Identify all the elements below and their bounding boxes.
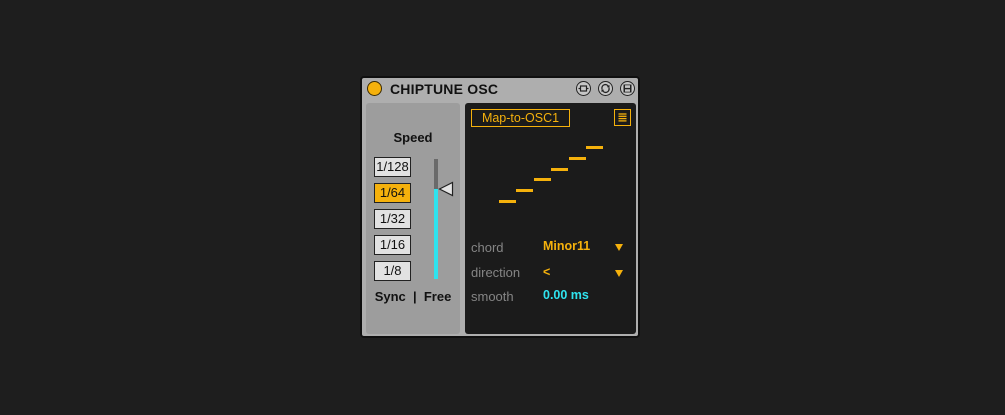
rate-button-1-16[interactable]: 1/16 <box>374 235 411 255</box>
device-title: CHIPTUNE OSC <box>390 81 499 97</box>
rate-button-1-32[interactable]: 1/32 <box>374 209 411 229</box>
chiptune-osc-device: CHIPTUNE OSC Speed 1/128 1/64 1/32 1/16 … <box>360 76 640 338</box>
save-icon[interactable] <box>620 81 635 96</box>
arpeggio-step-bar <box>586 146 603 149</box>
slider-handle-icon[interactable] <box>438 181 454 197</box>
rate-button-1-8[interactable]: 1/8 <box>374 261 411 281</box>
chord-value[interactable]: Minor11 <box>543 239 590 253</box>
chord-dropdown-arrow-icon[interactable] <box>615 244 623 251</box>
direction-dropdown-arrow-icon[interactable] <box>615 270 623 277</box>
power-icon[interactable] <box>367 81 382 96</box>
arpeggio-step-bar <box>516 189 534 193</box>
speed-panel: Speed 1/128 1/64 1/32 1/16 1/8 Sync | Fr… <box>366 103 460 334</box>
hot-swap-icon[interactable] <box>598 81 613 96</box>
map-icon[interactable] <box>576 81 591 96</box>
speed-slider-fill <box>434 189 438 279</box>
arpeggio-panel: Map-to-OSC1 chord Minor11 direction < sm… <box>465 103 636 334</box>
chord-label: chord <box>471 240 504 255</box>
rate-button-1-64[interactable]: 1/64 <box>374 183 411 203</box>
list-menu-icon[interactable] <box>614 109 631 126</box>
speed-label: Speed <box>393 130 433 145</box>
device-title-bar[interactable]: CHIPTUNE OSC <box>362 78 638 100</box>
direction-value[interactable]: < <box>543 265 550 279</box>
speed-slider[interactable] <box>434 159 438 279</box>
rate-button-1-128[interactable]: 1/128 <box>374 157 411 177</box>
arpeggio-step-bar <box>568 156 586 160</box>
smooth-label: smooth <box>471 289 514 304</box>
direction-label: direction <box>471 265 521 280</box>
sync-free-toggle[interactable]: Sync | Free <box>366 289 460 304</box>
arpeggio-step-bar <box>499 200 516 203</box>
arpeggio-step-bar <box>533 178 551 182</box>
smooth-value[interactable]: 0.00 ms <box>543 288 589 302</box>
arpeggio-step-bar <box>551 167 569 171</box>
map-to-osc1-button[interactable]: Map-to-OSC1 <box>471 109 570 127</box>
